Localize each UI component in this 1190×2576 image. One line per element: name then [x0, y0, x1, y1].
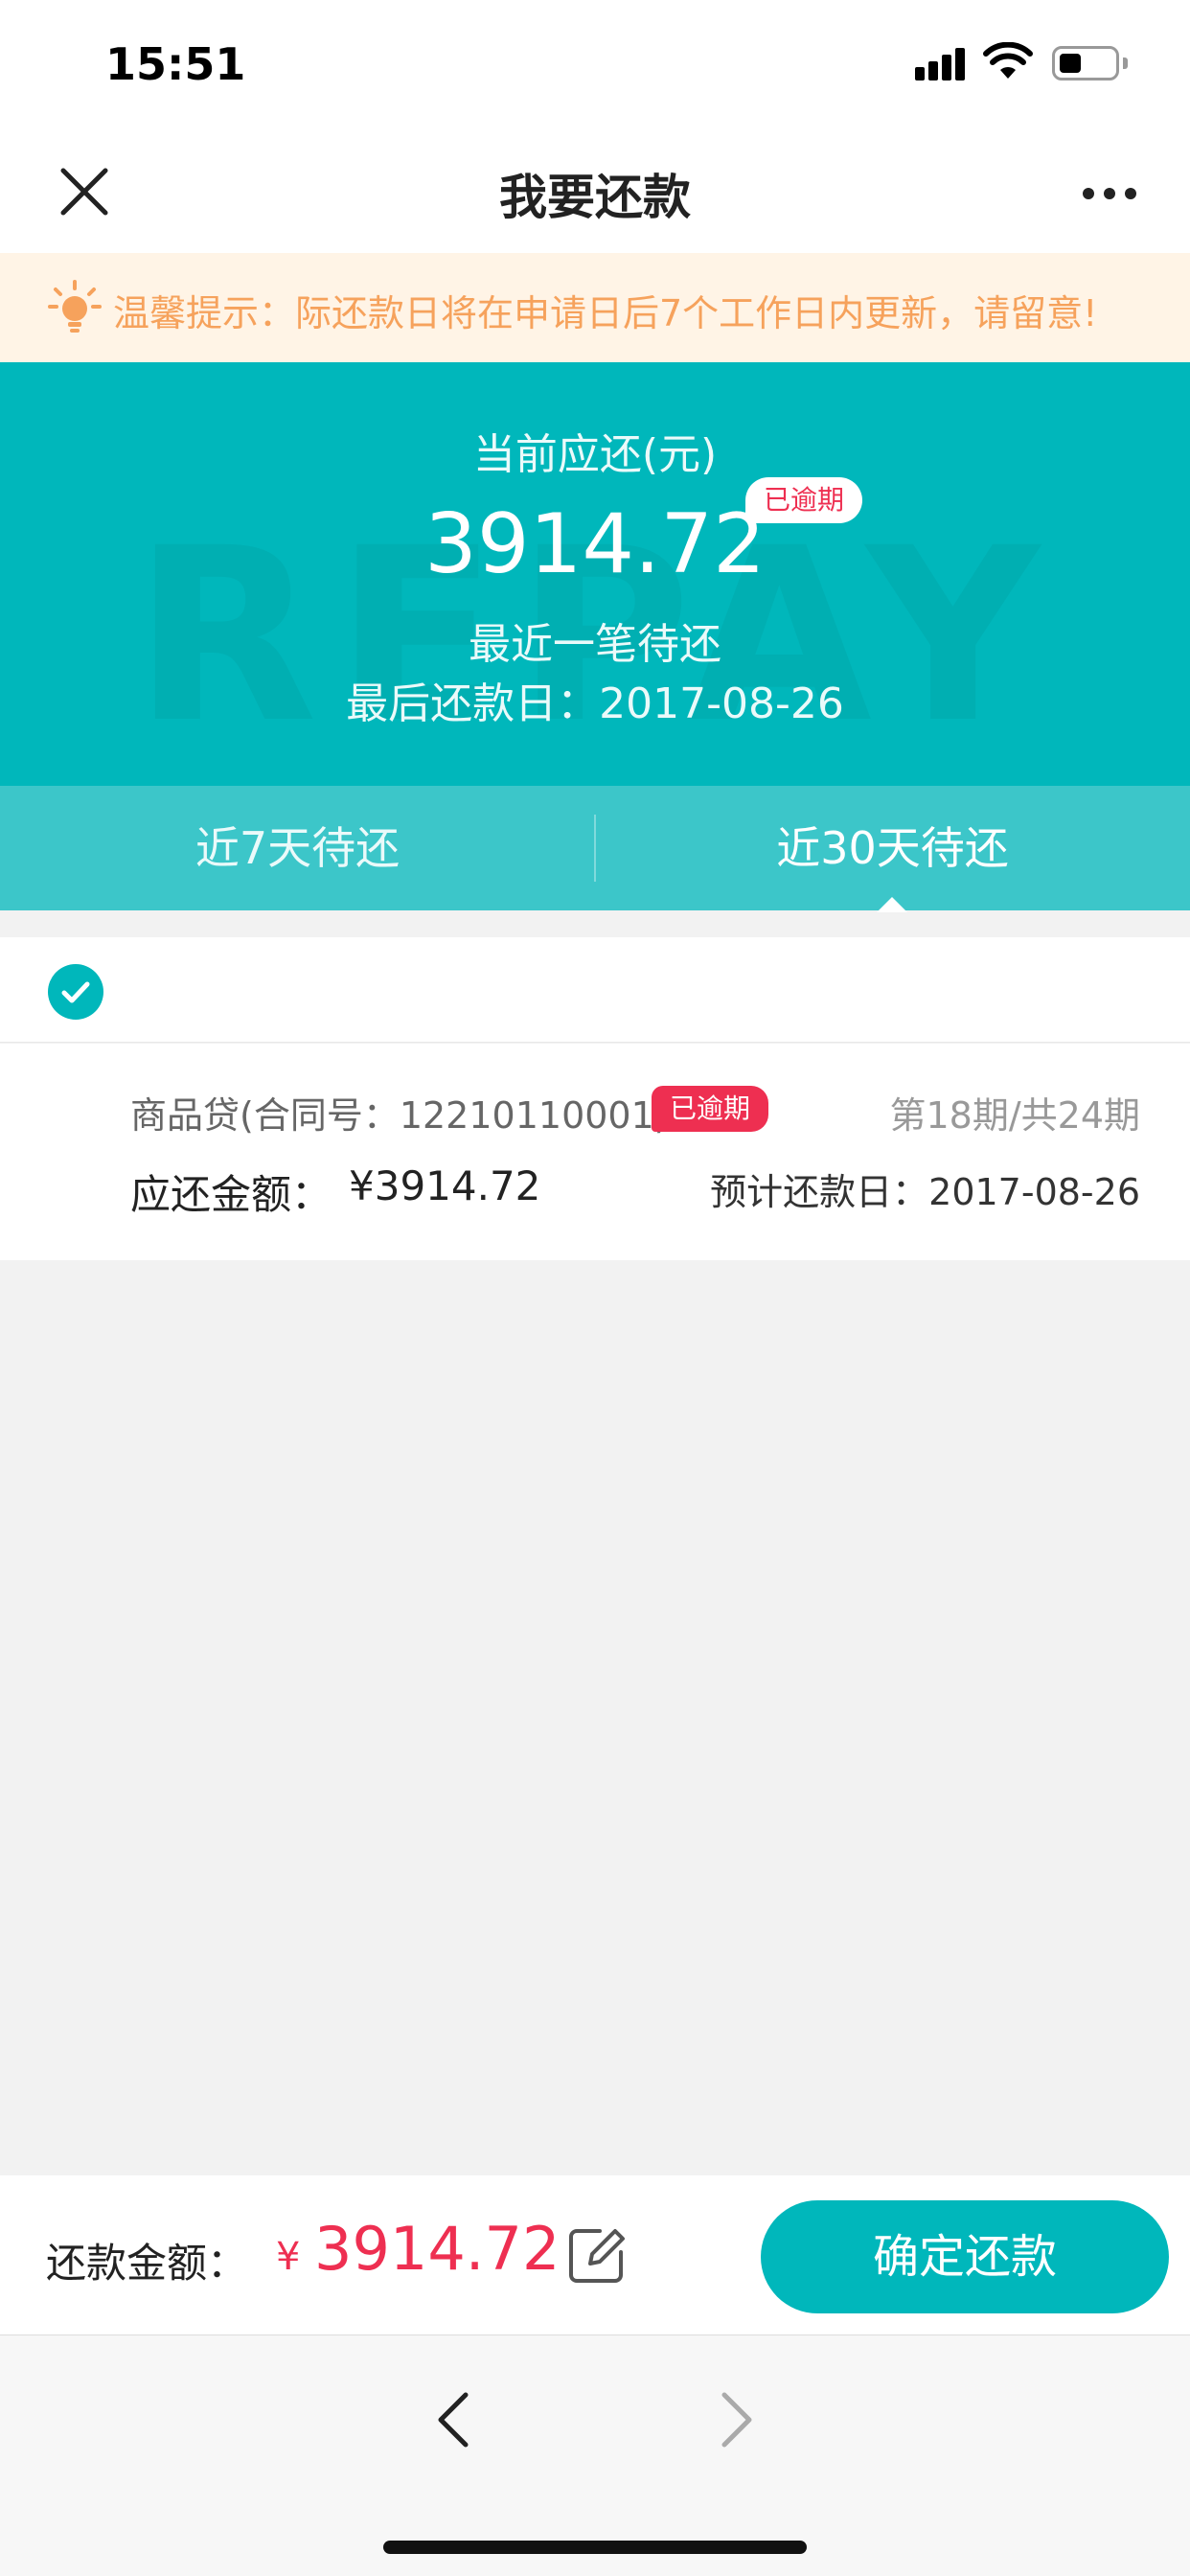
- last-due-date: 最后还款日：2017-08-26: [346, 679, 844, 728]
- period-tabs: 近7天待还 近30天待还: [0, 786, 1190, 912]
- wifi-icon: [983, 42, 1033, 79]
- loan-amount: ¥3914.72: [349, 1162, 541, 1209]
- more-icon[interactable]: [1071, 174, 1148, 209]
- battery-icon: [1052, 46, 1119, 80]
- edit-icon[interactable]: [567, 2225, 627, 2285]
- loan-overdue-badge: 已逾期: [652, 1086, 768, 1132]
- check-circle-icon[interactable]: [48, 964, 103, 1020]
- current-due-amount: 3914.72: [424, 496, 766, 592]
- browser-toolbar: [0, 2334, 1190, 2576]
- notice-banner: 温馨提示：际还款日将在申请日后7个工作日内更新，请留意!: [0, 253, 1190, 362]
- chevron-right-icon[interactable]: [713, 2389, 759, 2450]
- notice-text: 温馨提示：际还款日将在申请日后7个工作日内更新，请留意!: [113, 292, 1098, 334]
- recent-due-label: 最近一笔待还: [469, 620, 721, 669]
- loan-amount-label: 应还金额：: [130, 1171, 332, 1218]
- pay-amount-label: 还款金额：: [46, 2240, 248, 2287]
- signal-icon: [915, 48, 969, 80]
- overdue-badge: 已逾期: [745, 477, 862, 523]
- lightbulb-icon: [48, 280, 102, 333]
- page-title: 我要还款: [499, 170, 691, 225]
- active-tab-indicator: [877, 897, 907, 912]
- pay-bar: 还款金额： ¥ 3914.72 确定还款: [0, 2175, 1190, 2334]
- pay-currency: ¥: [276, 2235, 301, 2279]
- loan-due-date: 预计还款日：2017-08-26: [710, 1171, 1140, 1213]
- loan-period: 第18期/共24期: [889, 1094, 1140, 1137]
- battery-tip: [1123, 58, 1128, 69]
- status-time: 15:51: [105, 38, 246, 90]
- home-indicator: [383, 2541, 807, 2554]
- pay-amount: 3914.72: [314, 2214, 561, 2284]
- nav-bar: 我要还款: [0, 130, 1190, 253]
- select-all-row: [0, 937, 1190, 1043]
- tab-7-days[interactable]: 近7天待还: [0, 786, 595, 910]
- status-bar: 15:51: [0, 0, 1190, 130]
- repayment-summary: REPAY 当前应还(元) 3914.72 已逾期 最近一笔待还 最后还款日：2…: [0, 362, 1190, 786]
- chevron-left-icon[interactable]: [431, 2389, 477, 2450]
- loan-list-item[interactable]: 商品贷(合同号：12210110001) 已逾期 第18期/共24期 应还金额：…: [0, 1044, 1190, 1260]
- tab-30-days[interactable]: 近30天待还: [595, 786, 1190, 910]
- loan-name: 商品贷(合同号：12210110001): [130, 1094, 669, 1137]
- confirm-repay-button[interactable]: 确定还款: [761, 2200, 1169, 2313]
- current-due-label: 当前应还(元): [472, 430, 718, 479]
